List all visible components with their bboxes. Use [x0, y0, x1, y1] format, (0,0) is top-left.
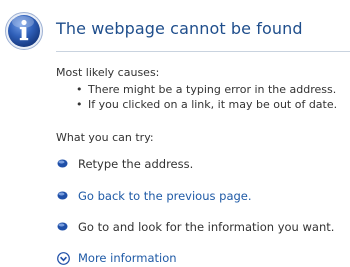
bullet-dot: • — [76, 83, 83, 96]
bullet-dot: • — [76, 98, 83, 111]
page-title: The webpage cannot be found — [56, 19, 303, 38]
blue-bullet-icon — [57, 159, 68, 168]
more-information-link[interactable]: More information — [78, 251, 177, 265]
actions-heading: What you can try: — [56, 131, 154, 144]
cause-item: • There might be a typing error in the ad… — [76, 83, 336, 96]
info-icon — [5, 12, 43, 50]
go-back-link[interactable]: Go back to the previous page. — [78, 189, 252, 203]
cause-text: There might be a typing error in the add… — [88, 83, 337, 96]
action-text: Retype the address. — [78, 157, 194, 171]
cause-item: • If you clicked on a link, it may be out… — [76, 98, 337, 111]
cause-text: If you clicked on a link, it may be out … — [88, 98, 338, 111]
error-page: The webpage cannot be found Most likely … — [0, 0, 350, 266]
action-text: Go to and look for the information you w… — [78, 220, 335, 234]
title-divider — [56, 51, 350, 52]
blue-bullet-icon — [57, 222, 68, 231]
expand-down-icon[interactable] — [57, 252, 70, 265]
blue-bullet-icon — [57, 191, 68, 200]
causes-heading: Most likely causes: — [56, 66, 160, 79]
